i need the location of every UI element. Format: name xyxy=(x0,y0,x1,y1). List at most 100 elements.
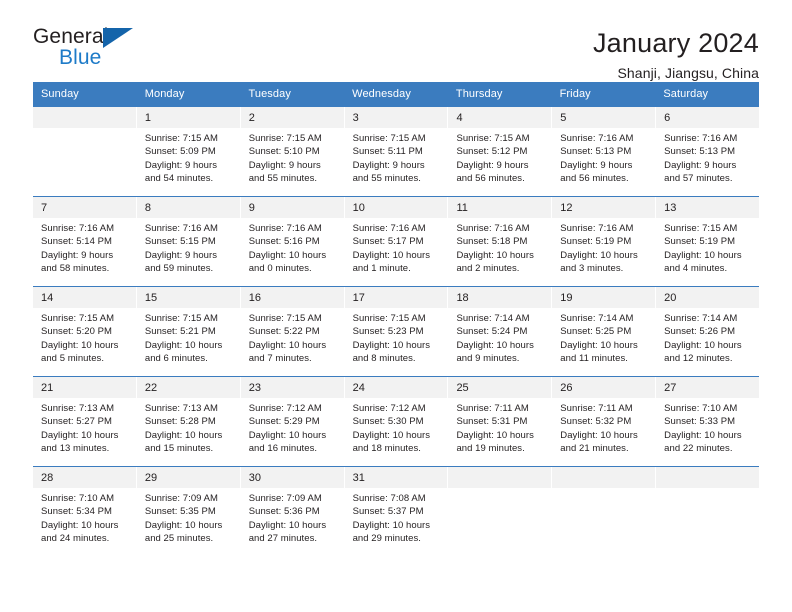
day-info: Sunrise: 7:14 AM Sunset: 5:26 PM Dayligh… xyxy=(656,308,759,365)
sunrise-text: Sunrise: 7:14 AM xyxy=(456,313,530,324)
day-info: Sunrise: 7:15 AM Sunset: 5:11 PM Dayligh… xyxy=(345,128,448,185)
title-block: January 2024 Shanji, Jiangsu, China xyxy=(593,26,759,83)
day-cell[interactable]: 17 Sunrise: 7:15 AM Sunset: 5:23 PM Dayl… xyxy=(344,287,449,376)
day-info: Sunrise: 7:16 AM Sunset: 5:13 PM Dayligh… xyxy=(656,128,759,185)
day-cell[interactable]: 26 Sunrise: 7:11 AM Sunset: 5:32 PM Dayl… xyxy=(552,377,657,466)
day-cell[interactable]: 29 Sunrise: 7:09 AM Sunset: 5:35 PM Dayl… xyxy=(136,467,241,554)
sunset-text: Sunset: 5:23 PM xyxy=(352,326,424,338)
daylight-text-line1: Daylight: 9 hours xyxy=(664,159,737,171)
day-number: 8 xyxy=(136,197,240,218)
sunrise-text: Sunrise: 7:15 AM xyxy=(144,133,219,144)
day-cell[interactable]: 25 Sunrise: 7:11 AM Sunset: 5:31 PM Dayl… xyxy=(448,377,553,466)
week-row: 21 Sunrise: 7:13 AM Sunset: 5:27 PM Dayl… xyxy=(33,376,760,466)
day-cell[interactable]: 27 Sunrise: 7:10 AM Sunset: 5:33 PM Dayl… xyxy=(656,377,760,466)
daylight-text-line2: and 0 minutes. xyxy=(248,262,312,274)
day-info: Sunrise: 7:16 AM Sunset: 5:14 PM Dayligh… xyxy=(33,218,136,275)
sunset-text: Sunset: 5:16 PM xyxy=(248,236,320,248)
day-cell[interactable]: 7 Sunrise: 7:16 AM Sunset: 5:14 PM Dayli… xyxy=(33,197,137,286)
day-cell[interactable]: 22 Sunrise: 7:13 AM Sunset: 5:28 PM Dayl… xyxy=(136,377,241,466)
sunrise-text: Sunrise: 7:15 AM xyxy=(664,223,738,234)
daylight-text-line2: and 2 minutes. xyxy=(456,262,520,274)
day-cell[interactable]: 18 Sunrise: 7:14 AM Sunset: 5:24 PM Dayl… xyxy=(448,287,553,376)
day-info: Sunrise: 7:15 AM Sunset: 5:10 PM Dayligh… xyxy=(241,128,344,185)
day-cell[interactable] xyxy=(656,467,760,554)
day-number: 16 xyxy=(240,287,344,308)
day-cell[interactable]: 15 Sunrise: 7:15 AM Sunset: 5:21 PM Dayl… xyxy=(136,287,241,376)
day-cell[interactable]: 31 Sunrise: 7:08 AM Sunset: 5:37 PM Dayl… xyxy=(344,467,449,554)
daylight-text-line2: and 22 minutes. xyxy=(664,442,733,454)
sunset-text: Sunset: 5:17 PM xyxy=(352,236,424,248)
day-cell[interactable]: 4 Sunrise: 7:15 AM Sunset: 5:12 PM Dayli… xyxy=(448,107,553,196)
page-subtitle: Shanji, Jiangsu, China xyxy=(617,65,759,81)
day-cell[interactable]: 16 Sunrise: 7:15 AM Sunset: 5:22 PM Dayl… xyxy=(240,287,345,376)
day-info: Sunrise: 7:16 AM Sunset: 5:16 PM Dayligh… xyxy=(241,218,344,275)
page-header: General Blue January 2024 Shanji, Jiangs… xyxy=(33,0,759,82)
sunrise-text: Sunrise: 7:14 AM xyxy=(664,313,738,324)
sunrise-text: Sunrise: 7:09 AM xyxy=(144,493,219,504)
sunset-text: Sunset: 5:10 PM xyxy=(248,146,320,158)
daylight-text-line1: Daylight: 10 hours xyxy=(248,339,327,351)
sunrise-text: Sunrise: 7:13 AM xyxy=(41,403,115,414)
sunset-text: Sunset: 5:35 PM xyxy=(144,506,216,518)
daylight-text-line2: and 59 minutes. xyxy=(144,262,214,274)
daylight-text-line2: and 6 minutes. xyxy=(144,352,208,364)
day-cell[interactable]: 23 Sunrise: 7:12 AM Sunset: 5:29 PM Dayl… xyxy=(240,377,345,466)
daylight-text-line1: Daylight: 9 hours xyxy=(144,249,217,261)
day-info: Sunrise: 7:10 AM Sunset: 5:33 PM Dayligh… xyxy=(656,398,759,455)
sunrise-text: Sunrise: 7:16 AM xyxy=(41,223,115,234)
day-cell[interactable]: 6 Sunrise: 7:16 AM Sunset: 5:13 PM Dayli… xyxy=(656,107,760,196)
day-number: 23 xyxy=(240,377,344,398)
day-cell[interactable]: 8 Sunrise: 7:16 AM Sunset: 5:15 PM Dayli… xyxy=(136,197,241,286)
daylight-text-line2: and 1 minute. xyxy=(352,262,411,274)
day-cell[interactable]: 11 Sunrise: 7:16 AM Sunset: 5:18 PM Dayl… xyxy=(448,197,553,286)
daylight-text-line2: and 56 minutes. xyxy=(456,172,525,184)
sunrise-text: Sunrise: 7:09 AM xyxy=(248,493,322,504)
day-cell[interactable]: 5 Sunrise: 7:16 AM Sunset: 5:13 PM Dayli… xyxy=(552,107,657,196)
day-cell[interactable]: 20 Sunrise: 7:14 AM Sunset: 5:26 PM Dayl… xyxy=(656,287,760,376)
day-cell[interactable]: 1 Sunrise: 7:15 AM Sunset: 5:09 PM Dayli… xyxy=(136,107,241,196)
sunrise-text: Sunrise: 7:15 AM xyxy=(248,313,322,324)
daylight-text-line1: Daylight: 10 hours xyxy=(352,339,431,351)
sunrise-text: Sunrise: 7:16 AM xyxy=(352,223,426,234)
day-info xyxy=(33,128,136,132)
daylight-text-line1: Daylight: 10 hours xyxy=(248,429,327,441)
day-cell[interactable]: 10 Sunrise: 7:16 AM Sunset: 5:17 PM Dayl… xyxy=(344,197,449,286)
day-cell[interactable]: 2 Sunrise: 7:15 AM Sunset: 5:10 PM Dayli… xyxy=(240,107,345,196)
sunset-text: Sunset: 5:31 PM xyxy=(456,416,528,428)
daylight-text-line2: and 7 minutes. xyxy=(248,352,312,364)
day-number: 18 xyxy=(448,287,552,308)
brand-logo[interactable]: General Blue xyxy=(33,26,153,72)
day-cell[interactable]: 3 Sunrise: 7:15 AM Sunset: 5:11 PM Dayli… xyxy=(344,107,449,196)
sunset-text: Sunset: 5:18 PM xyxy=(456,236,528,248)
sunrise-text: Sunrise: 7:16 AM xyxy=(560,133,634,144)
day-cell[interactable]: 24 Sunrise: 7:12 AM Sunset: 5:30 PM Dayl… xyxy=(344,377,449,466)
week-row: 28 Sunrise: 7:10 AM Sunset: 5:34 PM Dayl… xyxy=(33,466,760,554)
day-cell[interactable] xyxy=(552,467,657,554)
day-number: 19 xyxy=(552,287,656,308)
daylight-text-line2: and 13 minutes. xyxy=(41,442,110,454)
calendar-grid: Sunday Monday Tuesday Wednesday Thursday… xyxy=(33,82,760,554)
day-cell[interactable] xyxy=(448,467,553,554)
day-cell[interactable]: 21 Sunrise: 7:13 AM Sunset: 5:27 PM Dayl… xyxy=(33,377,137,466)
day-cell[interactable]: 30 Sunrise: 7:09 AM Sunset: 5:36 PM Dayl… xyxy=(240,467,345,554)
daylight-text-line1: Daylight: 9 hours xyxy=(248,159,321,171)
day-number: 17 xyxy=(344,287,448,308)
daylight-text-line2: and 11 minutes. xyxy=(560,352,628,364)
day-cell[interactable]: 14 Sunrise: 7:15 AM Sunset: 5:20 PM Dayl… xyxy=(33,287,137,376)
day-cell[interactable]: 19 Sunrise: 7:14 AM Sunset: 5:25 PM Dayl… xyxy=(552,287,657,376)
day-info: Sunrise: 7:16 AM Sunset: 5:15 PM Dayligh… xyxy=(137,218,240,275)
sunset-text: Sunset: 5:13 PM xyxy=(560,146,632,158)
sunset-text: Sunset: 5:37 PM xyxy=(352,506,424,518)
day-cell[interactable]: 9 Sunrise: 7:16 AM Sunset: 5:16 PM Dayli… xyxy=(240,197,345,286)
daylight-text-line1: Daylight: 10 hours xyxy=(664,429,742,441)
day-cell[interactable] xyxy=(33,107,137,196)
day-cell[interactable]: 13 Sunrise: 7:15 AM Sunset: 5:19 PM Dayl… xyxy=(656,197,760,286)
daylight-text-line1: Daylight: 10 hours xyxy=(456,249,534,261)
day-info: Sunrise: 7:15 AM Sunset: 5:19 PM Dayligh… xyxy=(656,218,759,275)
day-cell[interactable]: 12 Sunrise: 7:16 AM Sunset: 5:19 PM Dayl… xyxy=(552,197,657,286)
weekday-header-thursday: Thursday xyxy=(455,88,503,100)
day-cell[interactable]: 28 Sunrise: 7:10 AM Sunset: 5:34 PM Dayl… xyxy=(33,467,137,554)
sunrise-text: Sunrise: 7:15 AM xyxy=(352,133,426,144)
day-info: Sunrise: 7:16 AM Sunset: 5:19 PM Dayligh… xyxy=(552,218,655,275)
sunrise-text: Sunrise: 7:14 AM xyxy=(560,313,634,324)
